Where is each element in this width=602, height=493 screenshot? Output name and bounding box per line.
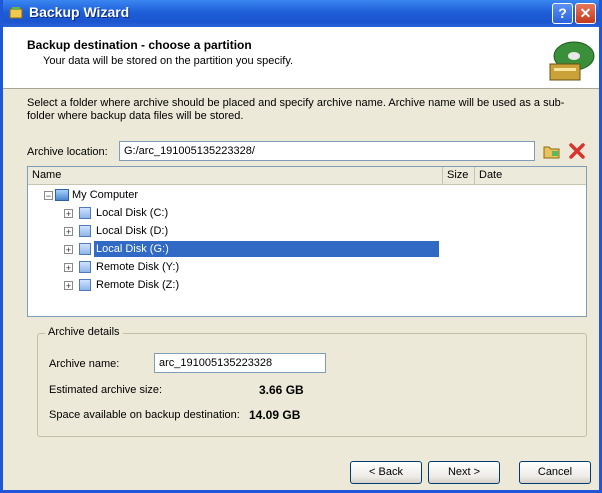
estimated-size-label: Estimated archive size: [49, 384, 163, 396]
drive-icon [79, 225, 91, 237]
tree-item-local-disk-d[interactable]: + Local Disk (D:) [64, 223, 264, 239]
archive-location-input[interactable]: G:/arc_191005135223328/ [119, 141, 535, 161]
next-button[interactable]: Next > [428, 461, 500, 484]
column-size[interactable]: Size [443, 167, 475, 184]
drive-icon [79, 261, 91, 273]
column-name[interactable]: Name [28, 167, 443, 184]
estimated-size-value: 3.66 GB [259, 383, 304, 397]
tree-item-label: Remote Disk (Z:) [96, 279, 180, 291]
delete-icon[interactable] [568, 142, 586, 160]
tree-item-remote-disk-z[interactable]: + Remote Disk (Z:) [64, 277, 264, 293]
expand-icon[interactable]: + [64, 227, 73, 237]
cancel-button[interactable]: Cancel [519, 461, 591, 484]
drive-icon [79, 279, 91, 291]
help-button[interactable]: ? [552, 3, 573, 24]
backup-disk-icon [549, 41, 595, 81]
space-available-value: 14.09 GB [249, 408, 301, 422]
tree-item-label-selected: Local Disk (G:) [94, 241, 439, 257]
tree-root-my-computer[interactable]: − My Computer [44, 187, 244, 203]
title-bar[interactable]: Backup Wizard ? ✕ [3, 0, 599, 27]
archive-name-input[interactable]: arc_191005135223328 [154, 353, 326, 373]
tree-item-label: Local Disk (C:) [96, 207, 169, 219]
wizard-header: Backup destination - choose a partition … [3, 27, 599, 89]
space-available-label: Space available on backup destination: [49, 409, 240, 421]
app-icon [9, 7, 23, 19]
page-title: Backup destination - choose a partition [27, 38, 252, 52]
new-folder-icon[interactable] [543, 144, 560, 159]
expand-icon[interactable]: + [64, 281, 73, 291]
tree-item-local-disk-g[interactable]: + Local Disk (G:) [64, 241, 439, 257]
archive-name-label: Archive name: [49, 358, 120, 370]
back-button[interactable]: < Back [350, 461, 422, 484]
tree-root-label: My Computer [72, 189, 139, 201]
computer-icon [55, 189, 69, 201]
column-date[interactable]: Date [475, 167, 586, 184]
backup-wizard-window: Backup Wizard ? ✕ Backup destination - c… [0, 0, 602, 493]
expand-icon[interactable]: + [64, 263, 73, 273]
drive-icon [79, 207, 91, 219]
folder-tree[interactable]: Name Size Date − My Computer + Local Dis… [27, 166, 587, 317]
collapse-icon[interactable]: − [44, 191, 53, 201]
page-subtitle: Your data will be stored on the partitio… [43, 55, 294, 67]
expand-icon[interactable]: + [64, 245, 73, 255]
tree-item-local-disk-c[interactable]: + Local Disk (C:) [64, 205, 264, 221]
tree-header: Name Size Date [28, 167, 586, 185]
tree-item-remote-disk-y[interactable]: + Remote Disk (Y:) [64, 259, 264, 275]
tree-item-label: Local Disk (D:) [96, 225, 169, 237]
archive-details-label: Archive details [45, 326, 123, 338]
archive-location-label: Archive location: [27, 146, 108, 158]
close-button[interactable]: ✕ [575, 3, 596, 24]
window-title: Backup Wizard [29, 4, 130, 20]
tree-item-label: Remote Disk (Y:) [96, 261, 180, 273]
drive-icon [79, 243, 91, 255]
expand-icon[interactable]: + [64, 209, 73, 219]
instruction-text: Select a folder where archive should be … [27, 97, 565, 122]
